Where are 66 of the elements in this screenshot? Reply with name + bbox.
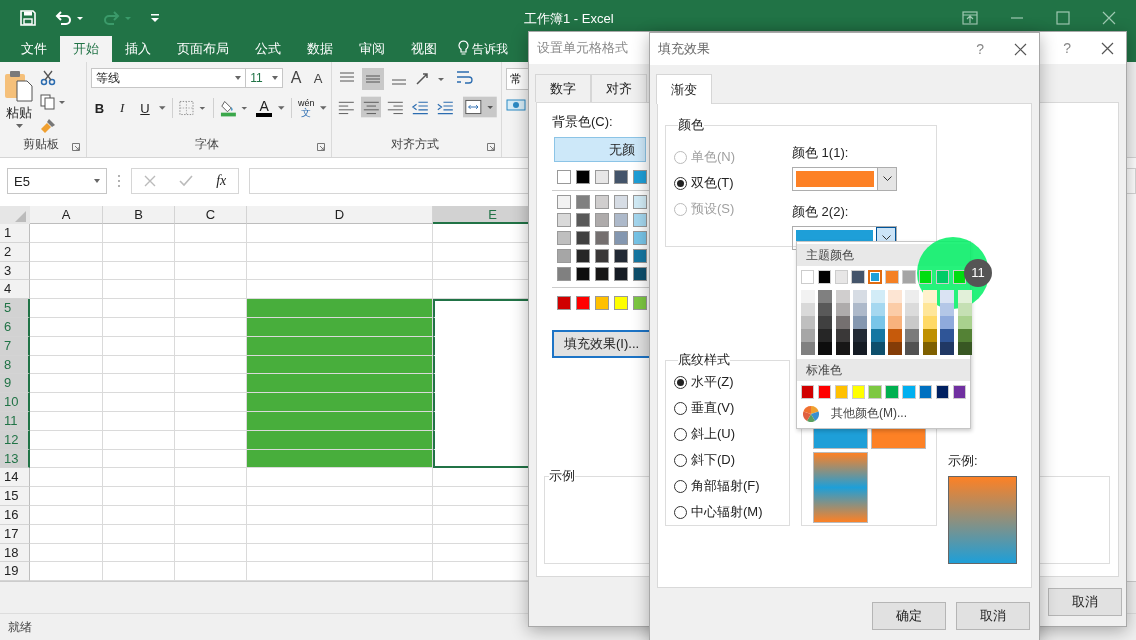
radio-button[interactable]: 水平(Z): [674, 373, 789, 391]
background-color-label: 背景色(C):: [552, 113, 613, 131]
font-size-dropdown[interactable]: 11: [245, 68, 284, 88]
column-header[interactable]: A: [30, 206, 103, 224]
radio-button[interactable]: 斜下(D): [674, 451, 789, 469]
more-colors-item[interactable]: 其他颜色(M)...: [797, 403, 970, 424]
dialog-tab[interactable]: 对齐: [591, 74, 647, 102]
window-title: 工作簿1 - Excel: [524, 10, 614, 28]
phonetic-guide-button[interactable]: wén 文: [297, 98, 315, 118]
group-label: 底纹样式: [678, 351, 730, 369]
fill-effects-button[interactable]: 填充效果(I)...: [552, 330, 652, 358]
ribbon-tab[interactable]: 审阅: [346, 36, 398, 62]
menu-section-header: 标准色: [797, 359, 970, 381]
radio-button[interactable]: 角部辐射(F): [674, 477, 789, 495]
bold-button[interactable]: B: [91, 100, 108, 116]
row-header[interactable]: 1: [0, 224, 30, 243]
font-name-dropdown[interactable]: 等线: [91, 68, 247, 88]
group-label: 示例: [549, 467, 575, 485]
ribbon-tab[interactable]: 视图: [398, 36, 450, 62]
ribbon-tab[interactable]: 数据: [294, 36, 346, 62]
help-button[interactable]: ?: [976, 41, 984, 57]
color-label: 颜色 1(1):: [792, 144, 850, 162]
dialog-tab[interactable]: 数字: [535, 74, 591, 102]
group-label: 剪贴板: [23, 136, 59, 153]
column-header[interactable]: B: [103, 206, 175, 224]
radio-button[interactable]: 双色(T): [674, 174, 792, 192]
ribbon-tab[interactable]: 文件: [8, 36, 60, 62]
row-header[interactable]: 9: [0, 374, 30, 394]
ribbon-tab[interactable]: 公式: [242, 36, 294, 62]
dialog-title: 设置单元格格式: [537, 39, 628, 57]
paste-button[interactable]: 粘贴: [4, 68, 34, 134]
row-header[interactable]: 15: [0, 487, 30, 506]
dialog-title: 填充效果: [658, 40, 710, 58]
italic-button[interactable]: I: [113, 100, 131, 116]
tell-me-search[interactable]: 告诉我: [472, 36, 508, 62]
font-color-button[interactable]: A: [255, 99, 273, 117]
radio-button[interactable]: 垂直(V): [674, 399, 789, 417]
row-header[interactable]: 5: [0, 299, 30, 318]
radio-button[interactable]: 斜上(U): [674, 425, 789, 443]
row-header[interactable]: 10: [0, 393, 30, 412]
row-header[interactable]: 19: [0, 562, 30, 582]
underline-button[interactable]: U: [136, 100, 154, 116]
ribbon-tab[interactable]: 页面布局: [164, 36, 242, 62]
cancel-button[interactable]: 取消: [1048, 588, 1122, 616]
shrink-font-button[interactable]: A: [309, 70, 327, 86]
grow-font-button[interactable]: A: [287, 69, 306, 87]
row-header[interactable]: 14: [0, 468, 30, 488]
status-text: 就绪: [8, 620, 32, 635]
ribbon-tab[interactable]: 开始: [60, 36, 112, 62]
color-label: 颜色 2(2):: [792, 203, 850, 221]
group-label: 字体: [195, 136, 219, 153]
sample-label: 示例:: [948, 452, 979, 470]
column-header[interactable]: C: [175, 206, 247, 224]
dialog-button[interactable]: 取消: [956, 602, 1030, 630]
no-color-button[interactable]: 无颜: [554, 137, 646, 162]
group-label: 对齐方式: [390, 136, 439, 153]
column-header[interactable]: D: [247, 206, 433, 224]
ribbon-tab[interactable]: 插入: [112, 36, 164, 62]
radio-button[interactable]: 中心辐射(M): [674, 503, 789, 521]
row-header[interactable]: 4: [0, 280, 30, 300]
dialog-tab[interactable]: 渐变: [656, 74, 712, 104]
group-label: 颜色: [678, 116, 704, 134]
dialog-button[interactable]: 确定: [872, 602, 946, 630]
help-button[interactable]: ?: [1063, 40, 1071, 56]
name-box[interactable]: E5: [7, 168, 107, 194]
insert-function-button[interactable]: fx: [216, 173, 227, 189]
